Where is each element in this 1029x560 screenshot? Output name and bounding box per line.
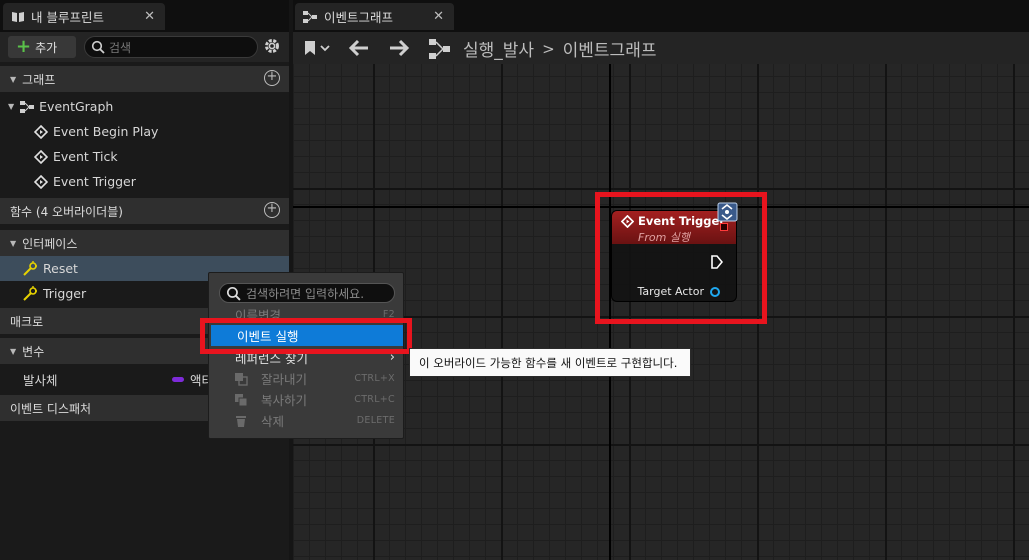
search-icon	[226, 286, 241, 301]
event-graph-icon	[429, 38, 451, 59]
section-interfaces[interactable]: ▼ 인터페이스	[0, 230, 289, 256]
collapse-triangle-icon: ▼	[10, 238, 17, 248]
tree-item-label: EventGraph	[39, 99, 114, 114]
menu-item-copy[interactable]: 복사하기 CTRL+C	[209, 389, 405, 410]
tab-event-graph[interactable]: 이벤트그래프 ✕	[295, 3, 454, 30]
menu-item-highlight-box	[200, 318, 412, 354]
context-menu-search-placeholder: 검색하려면 입력하세요.	[246, 286, 365, 301]
close-icon[interactable]: ✕	[144, 9, 155, 24]
tooltip: 이 오버라이드 가능한 함수를 새 이벤트로 구현합니다.	[409, 348, 691, 377]
bookmark-dropdown-icon[interactable]	[303, 38, 333, 61]
event-graph-icon	[303, 10, 317, 23]
tab-event-graph-label: 이벤트그래프	[324, 10, 394, 25]
event-graph-icon	[20, 100, 35, 113]
menu-item-shortcut: CTRL+X	[354, 373, 395, 384]
tree-item-label: Event Trigger	[53, 174, 136, 189]
tooltip-text: 이 오버라이드 가능한 함수를 새 이벤트로 구현합니다.	[419, 355, 678, 370]
collapse-triangle-icon: ▼	[8, 102, 15, 111]
add-function-icon[interactable]: +	[264, 202, 280, 218]
breadcrumb-current: 이벤트그래프	[562, 41, 657, 61]
collapse-triangle-icon: ▼	[10, 74, 17, 84]
context-menu-search-input[interactable]: 검색하려면 입력하세요.	[219, 283, 395, 303]
event-diamond-icon	[34, 124, 48, 139]
trash-icon	[234, 414, 248, 431]
menu-item-delete[interactable]: 삭제 DELETE	[209, 410, 405, 431]
menu-item-shortcut: CTRL+C	[354, 394, 395, 405]
menu-item-shortcut: DELETE	[356, 415, 395, 426]
section-interfaces-label: 인터페이스	[22, 236, 78, 251]
tree-item-event-begin-play[interactable]: Event Begin Play	[0, 119, 289, 144]
section-functions[interactable]: 함수 (4 오버라이더블) +	[0, 198, 289, 224]
section-macros-label: 매크로	[10, 314, 44, 329]
interface-function-icon	[22, 285, 38, 302]
tree-item-label: Event Tick	[53, 149, 118, 164]
section-graphs[interactable]: ▼ 그래프 +	[0, 66, 289, 92]
section-event-dispatchers-label: 이벤트 디스패처	[10, 401, 92, 416]
context-menu: 검색하려면 입력하세요. 이름변경 F2 이벤트 실행 레퍼런스 찾기 › 잘라…	[208, 272, 404, 439]
section-graphs-label: 그래프	[22, 72, 56, 87]
plus-icon: +	[16, 36, 32, 57]
menu-item-cut[interactable]: 잘라내기 CTRL+X	[209, 368, 405, 389]
tab-my-blueprint-label: 내 블루프린트	[31, 10, 104, 25]
left-tab-strip: 내 블루프린트 ✕	[0, 0, 289, 32]
back-arrow-icon[interactable]	[347, 38, 371, 61]
search-icon	[91, 40, 105, 54]
add-button[interactable]: + 추가	[8, 36, 76, 58]
menu-item-label: 잘라내기	[261, 372, 308, 387]
breadcrumb: 실행_발사 > 이벤트그래프	[429, 36, 656, 61]
tree-item-event-graph[interactable]: ▼ EventGraph	[0, 94, 289, 119]
breadcrumb-root[interactable]: 실행_발사	[463, 36, 534, 61]
blueprint-book-icon	[11, 11, 25, 23]
collapse-triangle-icon: ▼	[10, 346, 17, 356]
tab-my-blueprint[interactable]: 내 블루프린트 ✕	[3, 3, 165, 30]
blueprint-toolbar: + 추가 검색	[0, 32, 289, 62]
tree-item-label: Reset	[43, 261, 78, 276]
search-input[interactable]: 검색	[84, 36, 258, 58]
breadcrumb-separator-icon: >	[542, 39, 555, 58]
node-highlight-box	[595, 192, 767, 324]
section-variables-label: 변수	[22, 344, 45, 359]
interface-function-icon	[22, 260, 38, 277]
cut-icon	[234, 372, 248, 389]
variable-type-pill-icon	[172, 377, 184, 382]
variable-name: 발사체	[23, 373, 58, 388]
tree-item-label: Trigger	[43, 286, 87, 301]
tree-item-event-tick[interactable]: Event Tick	[0, 144, 289, 169]
graph-tab-strip: 이벤트그래프 ✕	[293, 0, 1029, 32]
forward-arrow-icon[interactable]	[387, 38, 411, 61]
add-graph-icon[interactable]: +	[264, 70, 280, 86]
gear-icon[interactable]	[263, 37, 281, 58]
close-icon[interactable]: ✕	[433, 9, 444, 24]
menu-item-label: 복사하기	[261, 393, 308, 408]
menu-item-label: 삭제	[261, 414, 285, 429]
section-functions-label: 함수 (4 오버라이더블)	[10, 204, 123, 219]
tree-item-event-trigger[interactable]: Event Trigger	[0, 169, 289, 194]
event-diamond-icon	[34, 174, 48, 189]
graph-toolbar: 실행_발사 > 이벤트그래프	[293, 32, 1029, 64]
copy-icon	[234, 393, 248, 410]
add-button-label: 추가	[35, 40, 58, 55]
event-diamond-icon	[34, 149, 48, 164]
search-placeholder: 검색	[109, 40, 132, 55]
tree-item-label: Event Begin Play	[53, 124, 159, 139]
